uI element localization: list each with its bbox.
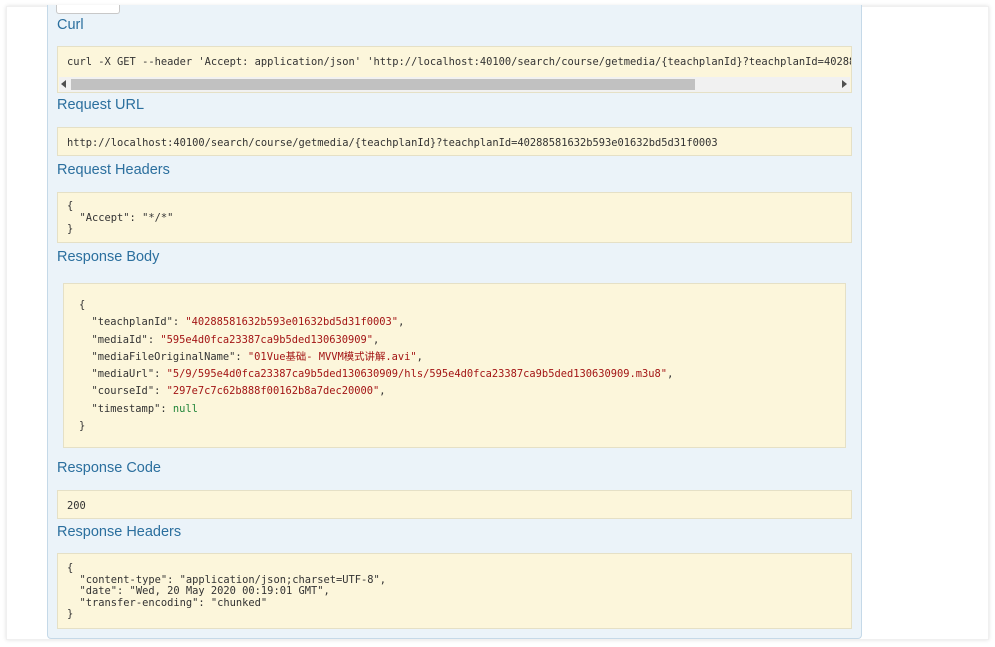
- curl-block: curl -X GET --header 'Accept: applicatio…: [57, 46, 852, 93]
- request-headers-line: }: [67, 223, 74, 235]
- json-field-row: "mediaId": "595e4d0fca23387ca9b5ded13063…: [79, 332, 845, 349]
- scroll-right-arrow-icon[interactable]: [842, 80, 847, 88]
- curl-command: curl -X GET --header 'Accept: applicatio…: [67, 56, 852, 68]
- request-url-value: http://localhost:40100/search/course/get…: [67, 137, 718, 149]
- response-headers-heading: Response Headers: [57, 524, 182, 540]
- request-headers-heading: Request Headers: [57, 162, 170, 178]
- response-headers-line: "date": "Wed, 20 May 2020 00:19:01 GMT",: [67, 585, 330, 597]
- json-null-value: null: [172, 402, 198, 415]
- json-comma: ,: [373, 333, 380, 346]
- json-open-brace: {: [79, 299, 86, 311]
- json-field-row: "courseId": "297e7c7c62b888f00162b8a7dec…: [79, 383, 845, 400]
- json-field-row: "mediaUrl": "5/9/595e4d0fca23387ca9b5ded…: [79, 366, 845, 383]
- json-key: "teachplanId":: [91, 316, 186, 329]
- page-frame: Curl curl -X GET --header 'Accept: appli…: [6, 5, 989, 640]
- response-code-heading: Response Code: [57, 460, 161, 476]
- json-key: "mediaId":: [91, 333, 161, 346]
- json-key: "courseId":: [91, 385, 167, 398]
- json-field-row: "timestamp": null: [79, 401, 845, 418]
- json-string-value: "595e4d0fca23387ca9b5ded130630909": [160, 333, 374, 346]
- hide-response-tab[interactable]: [56, 5, 120, 14]
- json-key: "timestamp":: [91, 402, 173, 415]
- operation-panel: Curl curl -X GET --header 'Accept: appli…: [47, 5, 862, 639]
- response-code-block: 200: [57, 490, 852, 519]
- json-string-value: "40288581632b593e01632bd5d31f0003": [185, 316, 399, 329]
- response-code-value: 200: [67, 500, 86, 512]
- request-headers-line: "Accept": "*/*": [67, 211, 174, 224]
- response-body-block: { "teachplanId": "40288581632b593e01632b…: [63, 283, 846, 448]
- request-headers-line: {: [67, 200, 74, 212]
- scrollbar-thumb[interactable]: [71, 79, 695, 90]
- response-headers-line: "transfer-encoding": "chunked": [67, 596, 268, 609]
- response-headers-line: }: [67, 608, 74, 620]
- response-body-wrapper: { "teachplanId": "40288581632b593e01632b…: [57, 276, 852, 455]
- curl-heading: Curl: [57, 17, 84, 33]
- request-headers-block: { "Accept": "*/*" }: [57, 192, 852, 243]
- json-comma: ,: [398, 316, 405, 329]
- horizontal-scrollbar[interactable]: [59, 77, 850, 92]
- json-string-value: "297e7c7c62b888f00162b8a7dec20000": [166, 385, 380, 398]
- request-url-block: http://localhost:40100/search/course/get…: [57, 127, 852, 156]
- json-comma: ,: [379, 385, 386, 398]
- response-body-heading: Response Body: [57, 249, 160, 265]
- json-close-brace: }: [79, 420, 86, 433]
- json-string-value: "5/9/595e4d0fca23387ca9b5ded130630909/hl…: [166, 368, 668, 381]
- json-comma: ,: [416, 350, 423, 363]
- response-headers-line: {: [67, 562, 74, 574]
- response-headers-block: { "content-type": "application/json;char…: [57, 553, 852, 629]
- json-key: "mediaFileOriginalName":: [91, 350, 248, 363]
- json-field-row: "teachplanId": "40288581632b593e01632bd5…: [79, 314, 845, 331]
- json-field-row: "mediaFileOriginalName": "01Vue基础- MVVM模…: [79, 349, 845, 366]
- request-url-heading: Request URL: [57, 97, 145, 113]
- json-string-value: "01Vue基础- MVVM模式讲解.avi": [247, 350, 417, 363]
- json-comma: ,: [667, 368, 674, 381]
- json-key: "mediaUrl":: [91, 368, 167, 381]
- scroll-left-arrow-icon[interactable]: [61, 80, 66, 88]
